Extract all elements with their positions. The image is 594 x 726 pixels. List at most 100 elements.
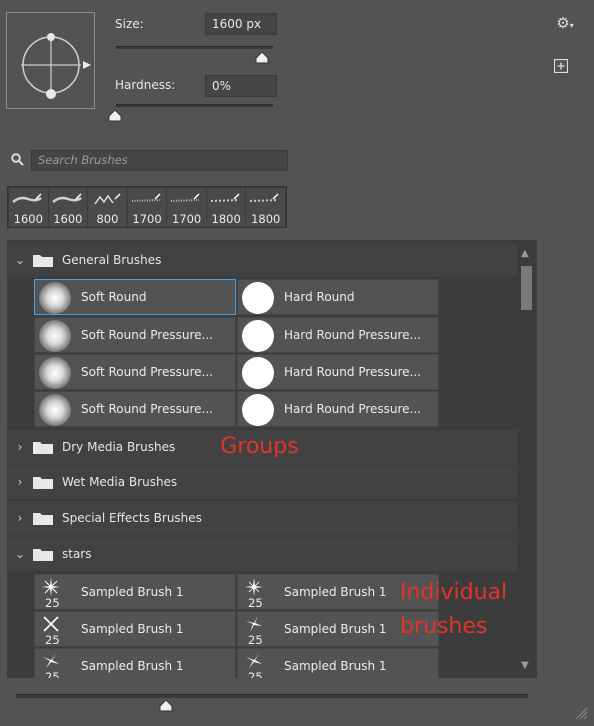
group-label: Dry Media Brushes <box>62 440 176 454</box>
annotation-groups: Groups <box>220 434 299 459</box>
gear-icon[interactable]: ⚙▾ <box>553 14 577 32</box>
brush-label: Sampled Brush 1 <box>284 585 387 599</box>
size-label: Size: <box>115 17 144 31</box>
brush-label: Sampled Brush 1 <box>81 622 184 636</box>
brush-tile[interactable]: 25 Sampled Brush 1 <box>237 648 439 678</box>
chevron-right-icon[interactable]: › <box>7 475 33 489</box>
brush-stroke-icon <box>131 193 161 202</box>
annotation-line: brushes <box>400 614 488 639</box>
recent-brush[interactable]: 1600 <box>48 188 88 227</box>
recent-brush[interactable]: 1700 <box>167 188 206 227</box>
brush-tile[interactable]: Hard Round Pressure... <box>237 354 439 390</box>
brush-label: Hard Round Pressure... <box>284 402 421 416</box>
brush-label: Soft Round Pressure... <box>81 328 213 342</box>
hard-round-brush-icon <box>242 394 274 426</box>
folder-icon <box>33 477 53 489</box>
recent-brushes-strip: 1600 1600 800 1700 1700 1800 1800 <box>7 186 287 228</box>
group-label: stars <box>62 547 92 561</box>
hardness-slider-thumb[interactable] <box>108 110 122 122</box>
size-slider-thumb[interactable] <box>255 52 269 64</box>
brush-label: Sampled Brush 1 <box>284 622 387 636</box>
brush-tile[interactable]: Soft Round Pressure... <box>34 317 236 353</box>
brush-size: 25 <box>45 633 60 647</box>
brush-tile[interactable]: Soft Round Pressure... <box>34 354 236 390</box>
brush-tile[interactable]: Hard Round Pressure... <box>237 391 439 427</box>
hard-round-brush-icon <box>242 282 274 314</box>
hard-round-brush-icon <box>242 320 274 352</box>
size-slider-track[interactable] <box>116 46 273 49</box>
brush-stroke-icon <box>171 193 200 202</box>
chevron-down-icon[interactable]: ⌄ <box>7 547 33 561</box>
brush-label: Hard Round <box>284 290 355 304</box>
brush-label: Sampled Brush 1 <box>81 659 184 673</box>
preview-size-slider-thumb[interactable] <box>159 700 173 712</box>
soft-round-brush-icon <box>39 357 71 389</box>
brush-stroke-icon <box>12 193 42 203</box>
chevron-right-icon[interactable]: › <box>7 511 33 525</box>
brush-label: Hard Round Pressure... <box>284 365 421 379</box>
recent-brush-size: 800 <box>96 212 119 226</box>
chevron-right-icon[interactable]: › <box>7 440 33 454</box>
group-label: Special Effects Brushes <box>62 511 202 525</box>
recent-brush[interactable]: 1800 <box>246 188 286 227</box>
soft-round-brush-icon <box>39 282 71 314</box>
hardness-slider-track[interactable] <box>116 104 273 107</box>
brush-tile[interactable]: Hard Round <box>237 279 439 315</box>
list-scrollbar[interactable]: ▲ ▼ <box>517 242 537 678</box>
group-special-effects-brushes[interactable]: › Special Effects Brushes <box>7 501 517 535</box>
scroll-thumb[interactable] <box>521 266 532 310</box>
brush-label: Sampled Brush 1 <box>81 585 184 599</box>
brush-label: Soft Round Pressure... <box>81 402 213 416</box>
recent-brush[interactable]: 800 <box>88 188 127 227</box>
folder-icon <box>33 549 53 561</box>
brush-angle-preview[interactable] <box>6 12 95 109</box>
recent-brush-size: 1800 <box>211 212 241 226</box>
brush-tile[interactable]: Soft Round <box>34 279 236 315</box>
folder-icon <box>33 255 53 267</box>
angle-roundness-widget[interactable] <box>7 13 96 110</box>
brush-size: 25 <box>248 670 263 678</box>
recent-brush-size: 1600 <box>13 212 43 226</box>
brush-size: 25 <box>45 670 60 678</box>
star-brush-icon <box>245 578 263 596</box>
group-label: Wet Media Brushes <box>62 475 178 489</box>
chevron-down-icon[interactable]: ⌄ <box>7 253 33 267</box>
brush-stroke-icon <box>210 193 240 202</box>
hard-round-brush-icon <box>242 357 274 389</box>
group-wet-media-brushes[interactable]: › Wet Media Brushes <box>7 465 517 499</box>
brush-tile[interactable]: 25 Sampled Brush 1 <box>34 648 236 678</box>
scroll-up-icon[interactable]: ▲ <box>521 248 529 259</box>
recent-brush[interactable]: 1800 <box>206 188 246 227</box>
annotation-line: Individual <box>400 580 508 605</box>
recent-brush-size: 1800 <box>251 212 281 226</box>
group-general-brushes[interactable]: ⌄ General Brushes <box>7 243 517 277</box>
group-label: General Brushes <box>62 253 162 267</box>
soft-round-brush-icon <box>39 394 71 426</box>
brush-stroke-icon <box>250 193 279 202</box>
plus-square-icon[interactable] <box>554 59 568 73</box>
annotation-individual-brushes: Individual brushes <box>400 576 507 644</box>
brush-label: Soft Round Pressure... <box>81 365 213 379</box>
brush-preset-list: ⌄ General Brushes Soft Round Hard Round … <box>7 240 537 678</box>
brush-tile[interactable]: Hard Round Pressure... <box>237 317 439 353</box>
recent-brush[interactable]: 1600 <box>9 188 48 227</box>
brush-size: 25 <box>45 596 60 610</box>
resize-grip-icon[interactable] <box>572 704 588 720</box>
search-input[interactable]: Search Brushes <box>31 150 288 171</box>
brush-tile[interactable]: 25 Sampled Brush 1 <box>34 574 236 610</box>
brush-tile[interactable]: 25 Sampled Brush 1 <box>34 611 236 647</box>
brush-label: Sampled Brush 1 <box>284 659 387 673</box>
search-icon <box>11 153 24 166</box>
soft-round-brush-icon <box>39 320 71 352</box>
group-stars[interactable]: ⌄ stars <box>7 537 517 571</box>
brush-label: Hard Round Pressure... <box>284 328 421 342</box>
brush-tile[interactable]: Soft Round Pressure... <box>34 391 236 427</box>
group-dry-media-brushes[interactable]: › Dry Media Brushes Groups <box>7 430 517 464</box>
preview-size-slider-track[interactable] <box>16 694 528 698</box>
star-brush-icon <box>246 616 262 632</box>
recent-brush[interactable]: 1700 <box>127 188 167 227</box>
hardness-input[interactable]: 0% <box>205 75 277 97</box>
size-input[interactable]: 1600 px <box>205 13 277 35</box>
scroll-down-icon[interactable]: ▼ <box>521 660 529 671</box>
star-brush-icon <box>246 654 262 668</box>
